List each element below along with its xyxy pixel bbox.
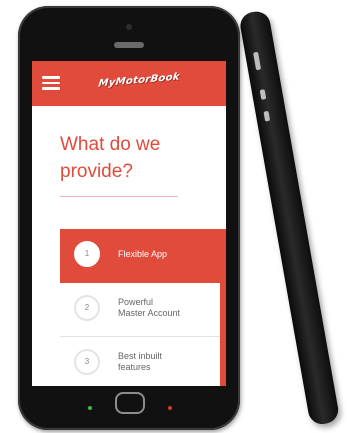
section-heading: What do we provide? <box>60 134 161 182</box>
heading-underline <box>60 196 178 197</box>
feature-label: Best inbuilt features <box>118 351 163 372</box>
side-button <box>259 89 267 100</box>
app-logo[interactable]: MyMotorBook <box>80 71 198 97</box>
feature-item-inbuilt-features[interactable]: 3 Best inbuilt features <box>60 337 220 386</box>
side-view-phone <box>238 9 341 427</box>
side-button <box>263 110 271 122</box>
feature-number-badge: 3 <box>74 349 100 375</box>
feature-item-flexible-app[interactable]: 1 Flexible App <box>60 229 220 283</box>
phone-device: MyMotorBook What do we provide? 1 Flexib… <box>18 6 240 430</box>
front-camera <box>126 24 132 30</box>
app-header: MyMotorBook <box>32 61 226 106</box>
home-button[interactable] <box>115 392 145 414</box>
feature-item-master-account[interactable]: 2 Powerful Master Account <box>60 283 220 337</box>
hamburger-menu-icon[interactable] <box>42 76 60 90</box>
phone-screen: MyMotorBook What do we provide? 1 Flexib… <box>32 61 226 386</box>
logo-text: MyMotorBook <box>97 71 181 90</box>
status-led-red <box>168 406 172 410</box>
feature-number-badge: 2 <box>74 295 100 321</box>
earpiece-speaker <box>114 42 144 48</box>
status-led-green <box>88 406 92 410</box>
feature-list: 1 Flexible App 2 Powerful Master Account… <box>60 229 226 386</box>
feature-number-badge: 1 <box>74 241 100 267</box>
side-button <box>253 51 262 71</box>
feature-label: Powerful Master Account <box>118 297 181 318</box>
product-mockup-scene: MyMotorBook What do we provide? 1 Flexib… <box>0 0 347 433</box>
feature-label: Flexible App <box>118 248 168 259</box>
